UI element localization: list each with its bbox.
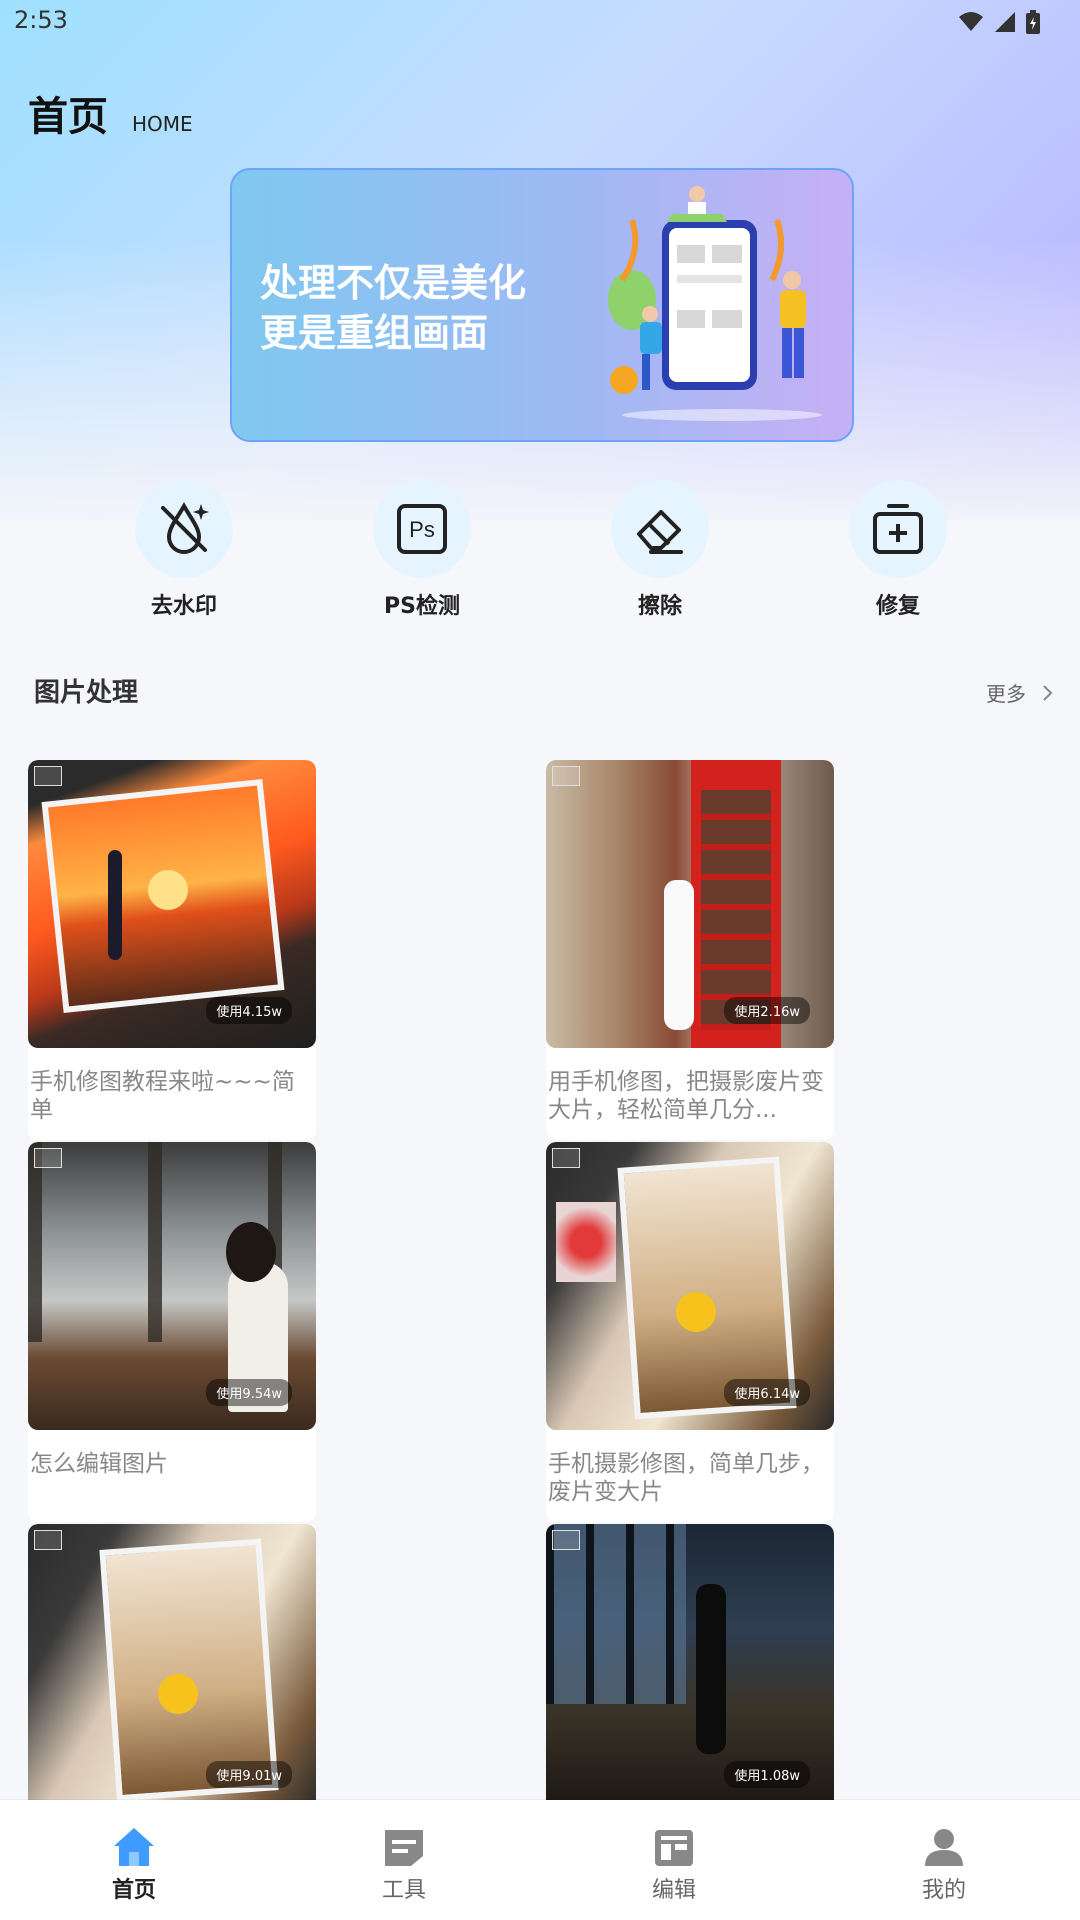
article-card[interactable]: 使用1.08w xyxy=(546,1524,834,1812)
banner-text: 处理不仅是美化 更是重组画面 xyxy=(260,258,526,358)
wifi-icon xyxy=(959,12,983,31)
banner-line-1: 处理不仅是美化 xyxy=(260,261,527,305)
edit-layout-icon xyxy=(655,1830,693,1866)
watermark-corner-mark xyxy=(34,1148,62,1168)
card-thumbnail: 使用6.14w xyxy=(546,1142,834,1430)
page-subtitle: HOME xyxy=(132,112,193,136)
cellular-signal-icon xyxy=(995,12,1015,32)
person-figure xyxy=(664,880,694,1030)
nav-label: 编辑 xyxy=(651,1878,696,1903)
banner-illustration xyxy=(608,186,822,421)
nav-tools[interactable]: 工具 xyxy=(304,1800,504,1920)
card-title: 手机修图教程来啦~~~简单 xyxy=(30,1069,295,1123)
nav-label: 工具 xyxy=(381,1878,426,1903)
tool-remove-watermark[interactable]: 去水印 xyxy=(104,480,264,620)
watermark-corner-mark xyxy=(552,766,580,786)
ps-icon: Ps xyxy=(397,504,447,554)
booth-window xyxy=(701,790,771,1030)
svg-text:Ps: Ps xyxy=(409,517,435,542)
tool-label: PS检测 xyxy=(384,594,460,619)
profile-icon xyxy=(925,1829,963,1866)
watermark-corner-mark xyxy=(34,766,62,786)
page-header: 首页 HOME xyxy=(28,84,193,142)
page-title: 首页 xyxy=(28,94,108,140)
status-bar: 2:53 xyxy=(0,0,1080,44)
tool-icon-bg xyxy=(135,480,233,578)
tool-label: 擦除 xyxy=(637,594,682,619)
card-thumbnail: 使用9.01w xyxy=(28,1524,316,1812)
card-title: 手机摄影修图，简单几步，废片变大片 xyxy=(548,1451,824,1505)
article-card[interactable]: 使用9.01w xyxy=(28,1524,316,1812)
nav-label: 首页 xyxy=(111,1878,156,1903)
nav-label: 我的 xyxy=(921,1878,966,1903)
person-hair xyxy=(226,1222,276,1282)
tools-icon xyxy=(385,1830,423,1866)
eraser-icon xyxy=(637,510,683,554)
card-title: 用手机修图，把摄影废片变大片，轻松简单几分... xyxy=(548,1069,824,1123)
sunflower xyxy=(158,1674,198,1714)
status-icons xyxy=(958,10,1040,34)
banner-line-2: 更是重组画面 xyxy=(260,311,489,355)
flower-bouquet xyxy=(556,1202,616,1282)
tool-label: 去水印 xyxy=(150,594,217,619)
person-silhouette xyxy=(108,850,122,960)
repair-icon xyxy=(873,504,923,554)
bottom-navigation: 首页 工具 编辑 我的 xyxy=(0,1800,1080,1920)
chevron-right-icon xyxy=(1043,684,1053,701)
usage-badge: 使用1.08w xyxy=(724,1761,810,1788)
article-card[interactable]: 使用2.16w 用手机修图，把摄影废片变大片，轻松简单几分... xyxy=(546,760,834,1140)
sunflower xyxy=(676,1292,716,1332)
watermark-corner-mark xyxy=(552,1148,580,1168)
person-figure xyxy=(696,1584,726,1754)
article-card[interactable]: 使用9.54w 怎么编辑图片 xyxy=(28,1142,316,1522)
watermark-corner-mark xyxy=(552,1530,580,1550)
tool-ps-detect[interactable]: Ps PS检测 xyxy=(342,480,502,620)
more-label: 更多 xyxy=(986,682,1026,706)
article-card[interactable]: 使用6.14w 手机摄影修图，简单几步，废片变大片 xyxy=(546,1142,834,1522)
card-thumbnail: 使用4.15w xyxy=(28,760,316,1048)
tool-icon-bg xyxy=(611,480,709,578)
card-thumbnail: 使用1.08w xyxy=(546,1524,834,1812)
usage-badge: 使用9.01w xyxy=(206,1761,292,1788)
tool-erase[interactable]: 擦除 xyxy=(580,480,740,620)
usage-badge: 使用4.15w xyxy=(206,997,292,1024)
card-title: 怎么编辑图片 xyxy=(30,1451,168,1477)
tool-repair[interactable]: 修复 xyxy=(818,480,978,620)
battery-icon xyxy=(1026,10,1040,34)
card-thumbnail: 使用2.16w xyxy=(546,760,834,1048)
nav-edit[interactable]: 编辑 xyxy=(574,1800,774,1920)
usage-badge: 使用2.16w xyxy=(724,997,810,1024)
section-title: 图片处理 xyxy=(34,678,139,708)
nav-profile[interactable]: 我的 xyxy=(844,1800,1044,1920)
card-thumbnail: 使用9.54w xyxy=(28,1142,316,1430)
nav-home[interactable]: 首页 xyxy=(34,1800,234,1920)
promo-banner[interactable]: 处理不仅是美化 更是重组画面 xyxy=(230,168,854,442)
article-card[interactable]: 使用4.15w 手机修图教程来啦~~~简单 xyxy=(28,760,316,1140)
no-watermark-icon xyxy=(161,501,209,554)
usage-badge: 使用6.14w xyxy=(724,1379,810,1406)
tool-icon-bg xyxy=(849,480,947,578)
usage-badge: 使用9.54w xyxy=(206,1379,292,1406)
sunset-sun xyxy=(148,870,188,910)
status-time: 2:53 xyxy=(14,6,68,34)
broken-window xyxy=(546,1524,686,1704)
home-icon xyxy=(114,1828,154,1866)
watermark-corner-mark xyxy=(34,1530,62,1550)
tool-icon-bg: Ps xyxy=(373,480,471,578)
tool-label: 修复 xyxy=(875,594,920,619)
more-link[interactable]: 更多 xyxy=(986,678,1054,707)
